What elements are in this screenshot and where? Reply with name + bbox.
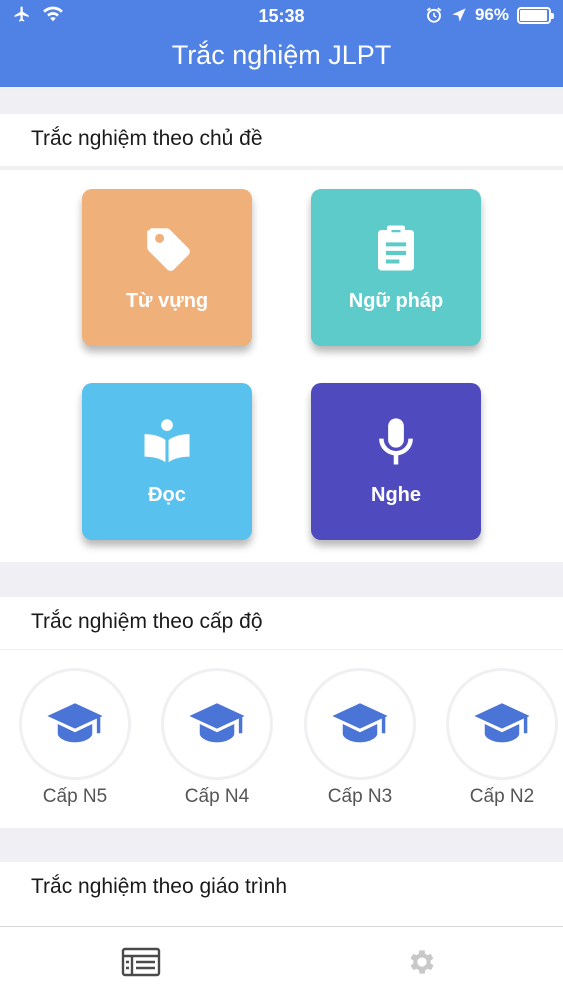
level-label: Cấp N5 — [42, 786, 108, 807]
tab-settings[interactable] — [402, 945, 442, 979]
gear-icon — [410, 950, 434, 974]
topic-label: Từ vựng — [125, 290, 209, 312]
reading-book-icon — [144, 419, 190, 463]
alarm-icon — [426, 7, 442, 23]
topic-label: Ngữ pháp — [348, 290, 444, 312]
topic-tile-listening[interactable]: Nghe — [311, 383, 481, 540]
level-label: Cấp N2 — [469, 786, 535, 807]
level-label: Cấp N3 — [327, 786, 393, 807]
battery-percent: 96% — [474, 5, 509, 24]
level-item-n5[interactable]: Cấp N5 — [15, 668, 135, 808]
graduation-cap-icon — [47, 703, 103, 743]
bottom-tab-bar — [0, 926, 563, 1000]
location-arrow-icon — [452, 8, 466, 22]
level-label: Cấp N4 — [184, 786, 250, 807]
section-textbook-body — [0, 914, 563, 926]
topic-tile-grammar[interactable]: Ngữ pháp — [311, 189, 481, 346]
level-circle[interactable] — [446, 668, 558, 780]
microphone-icon — [379, 418, 413, 465]
level-item-n4[interactable]: Cấp N4 — [157, 668, 277, 808]
topic-tile-reading[interactable]: Đọc — [82, 383, 252, 540]
topic-label: Đọc — [148, 484, 186, 506]
section-level-header: Trắc nghiệm theo cấp độ — [0, 597, 563, 649]
tag-icon — [147, 228, 190, 271]
app-header: 15:38 96% Trắc nghiệm JLPT — [0, 0, 563, 87]
level-circle[interactable] — [161, 668, 273, 780]
battery-icon — [517, 6, 554, 24]
section-textbook-title: Trắc nghiệm theo giáo trình — [31, 875, 288, 898]
page-title: Trắc nghiệm JLPT — [171, 40, 392, 70]
level-circle[interactable] — [19, 668, 131, 780]
graduation-cap-icon — [332, 703, 388, 743]
section-textbook-header: Trắc nghiệm theo giáo trình — [0, 862, 563, 914]
graduation-cap-icon — [189, 703, 245, 743]
clipboard-icon — [378, 225, 414, 271]
status-bar: 15:38 96% — [0, 0, 563, 32]
battery-level — [520, 9, 547, 21]
section-topic-body: Từ vựng Ngữ pháp Đọc Nghe — [0, 170, 563, 562]
tab-list[interactable] — [121, 945, 161, 979]
status-right: 96% — [425, 5, 554, 25]
level-item-n3[interactable]: Cấp N3 — [300, 668, 420, 808]
topic-label: Nghe — [371, 484, 421, 506]
section-topic-title: Trắc nghiệm theo chủ đề — [31, 127, 263, 150]
level-circle[interactable] — [304, 668, 416, 780]
graduation-cap-icon — [474, 703, 530, 743]
topic-tile-vocabulary[interactable]: Từ vựng — [82, 189, 252, 346]
section-topic-header: Trắc nghiệm theo chủ đề — [0, 114, 563, 166]
list-icon — [121, 947, 161, 977]
section-level-title: Trắc nghiệm theo cấp độ — [31, 610, 263, 633]
level-item-n2[interactable]: Cấp N2 — [442, 668, 562, 808]
